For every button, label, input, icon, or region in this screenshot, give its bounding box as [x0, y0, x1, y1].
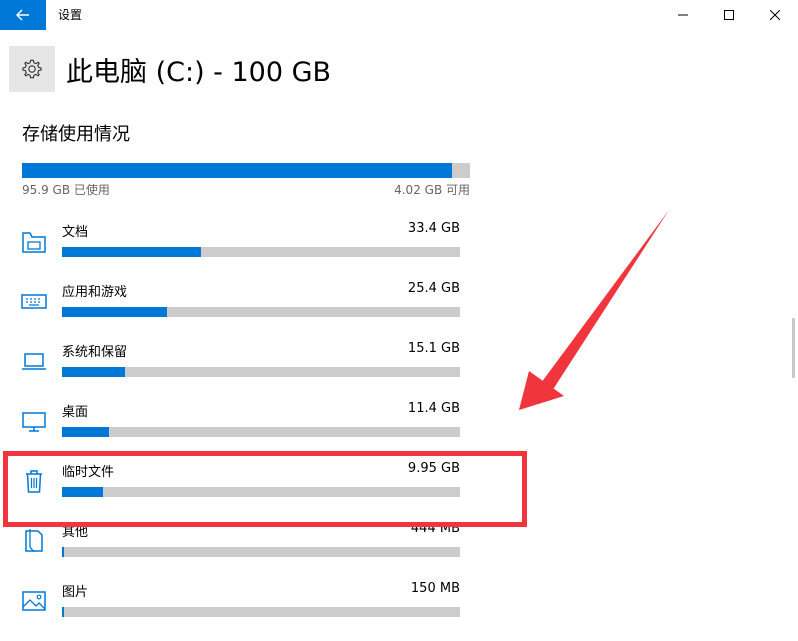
window-title: 设置 — [58, 8, 83, 22]
category-bar — [62, 547, 460, 557]
category-size: 25.4 GB — [407, 281, 460, 296]
keyboard-icon — [21, 294, 47, 309]
title-bar: 设置 — [0, 0, 798, 30]
category-name: 桌面 — [62, 405, 89, 420]
category-name: 应用和游戏 — [62, 285, 128, 300]
back-arrow-icon — [16, 9, 29, 21]
highlight-box-annotation — [3, 451, 527, 527]
drive-settings-tile — [9, 46, 55, 92]
category-bar-fill — [62, 307, 168, 317]
category-bar — [62, 607, 460, 617]
category-documents[interactable]: 文档 33.4 GB — [0, 221, 480, 281]
category-bar-fill — [62, 427, 110, 437]
category-bar — [62, 367, 460, 377]
category-name: 系统和保留 — [62, 345, 128, 360]
storage-usage-fill — [22, 163, 452, 178]
category-bar-fill — [62, 367, 125, 377]
scrollbar[interactable] — [792, 318, 795, 378]
close-button[interactable] — [752, 0, 798, 30]
category-apps-games[interactable]: 应用和游戏 25.4 GB — [0, 281, 480, 341]
maximize-icon — [724, 10, 734, 20]
minimize-icon — [678, 14, 688, 16]
category-size: 33.4 GB — [407, 221, 460, 236]
category-bar — [62, 307, 460, 317]
category-size: 11.4 GB — [407, 401, 460, 416]
minimize-button[interactable] — [660, 0, 706, 30]
category-bar-fill — [62, 547, 65, 557]
page-title: 此电脑 (C:) - 100 GB — [66, 57, 332, 88]
monitor-icon — [22, 412, 46, 432]
section-title: 存储使用情况 — [22, 124, 130, 145]
category-other[interactable]: 其他 444 MB — [0, 521, 480, 581]
laptop-icon — [22, 353, 46, 370]
category-size: 150 MB — [410, 581, 460, 596]
category-pictures[interactable]: 图片 150 MB — [0, 581, 480, 641]
category-bar-fill — [62, 607, 65, 617]
back-button[interactable] — [0, 0, 46, 30]
gear-icon — [22, 59, 42, 79]
category-name: 文档 — [62, 225, 89, 240]
category-system-reserved[interactable]: 系统和保留 15.1 GB — [0, 341, 480, 401]
category-bar — [62, 247, 460, 257]
close-icon — [770, 10, 780, 20]
documents-icon — [22, 232, 46, 253]
other-files-icon — [25, 529, 43, 553]
available-space-label: 4.02 GB 可用 — [394, 183, 470, 197]
category-name: 图片 — [62, 585, 89, 600]
pictures-icon — [22, 591, 46, 611]
used-space-label: 95.9 GB 已使用 — [22, 183, 110, 197]
maximize-button[interactable] — [706, 0, 752, 30]
category-bar — [62, 427, 460, 437]
storage-usage-bar — [22, 163, 470, 178]
category-bar-fill — [62, 247, 202, 257]
category-size: 15.1 GB — [407, 341, 460, 356]
